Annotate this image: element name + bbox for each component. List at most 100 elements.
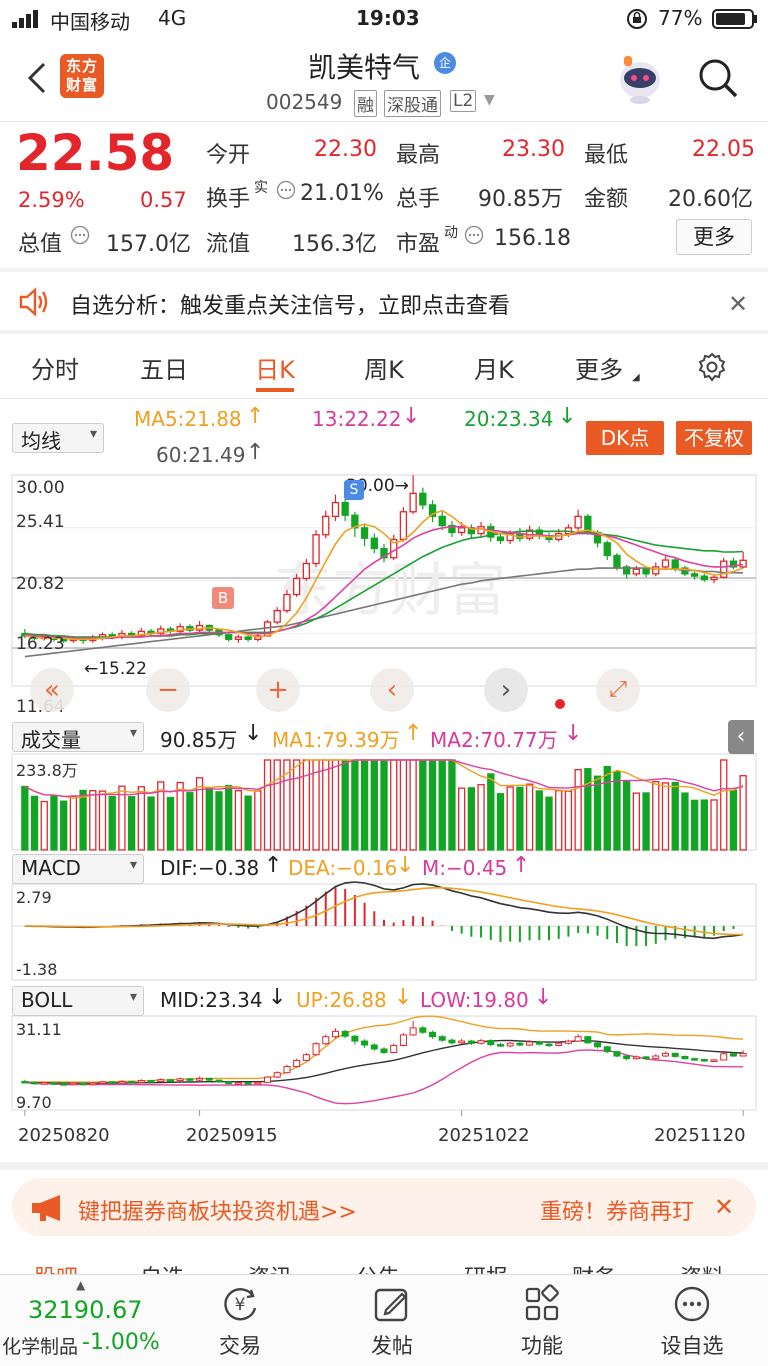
turnover-sup: 实 — [254, 180, 268, 196]
volume-bar — [448, 759, 456, 851]
no-adjust-button[interactable]: 不复权 — [676, 421, 752, 455]
compose-icon — [372, 1284, 412, 1324]
candle-body — [700, 575, 708, 581]
nav-trade[interactable]: ¥ 交易 — [180, 1284, 300, 1360]
scroll-right-icon[interactable]: › — [484, 668, 528, 712]
boll-candle-body — [244, 1082, 252, 1085]
candle-body — [399, 511, 408, 541]
tag-margin: 融 — [354, 90, 377, 117]
info-dots-icon[interactable] — [464, 225, 484, 245]
nav-functions[interactable]: 功能 — [482, 1284, 602, 1360]
app-logo[interactable]: 东方财富 — [60, 54, 104, 98]
kline-chart-area[interactable]: 东方财富 — [0, 470, 768, 1170]
boll-selector[interactable]: BOLL — [12, 986, 144, 1016]
zoom-out-icon[interactable]: − — [146, 668, 190, 712]
info-dots-icon[interactable] — [276, 180, 296, 200]
macd-selector[interactable]: MACD — [12, 854, 144, 884]
float-cap-label: 流值 — [206, 232, 251, 257]
pe-sup: 动 — [444, 225, 458, 241]
close-icon[interactable]: ✕ — [728, 290, 748, 318]
buy-marker[interactable]: B — [212, 587, 234, 609]
down-arrow-icon: ↓ — [394, 985, 413, 1010]
candle-body — [312, 534, 320, 565]
volume-y-label: 233.8万 — [16, 761, 78, 780]
boll-candle-body — [448, 1039, 456, 1044]
boll-candle-body — [642, 1056, 650, 1060]
volume-bar — [79, 789, 87, 851]
candle-body — [283, 593, 291, 612]
network-type: 4G — [158, 6, 187, 30]
boll-candle-body — [31, 1081, 39, 1085]
boll-candle-body — [729, 1053, 737, 1057]
ma-selector[interactable]: 均线 — [12, 423, 104, 453]
index-value[interactable]: 32190.67 — [28, 1296, 143, 1324]
collapse-panel-icon[interactable]: ‹ — [728, 720, 754, 754]
tab-monthly-k[interactable]: 月K — [474, 350, 514, 385]
boll-candle-body — [584, 1036, 592, 1044]
dk-point-button[interactable]: DK点 — [586, 421, 664, 455]
macd-y-bottom: -1.38 — [16, 960, 58, 979]
nav-post[interactable]: 发帖 — [332, 1284, 452, 1360]
boll-candle-body — [506, 1042, 514, 1047]
robot-assistant-icon[interactable] — [614, 50, 666, 106]
boll-candle-body — [331, 1030, 339, 1038]
search-icon[interactable] — [696, 56, 740, 100]
tab-research[interactable]: 研报 — [464, 1260, 508, 1274]
boll-candle-body — [302, 1054, 310, 1061]
volume-bar — [584, 768, 592, 851]
tab-more[interactable]: 更多 — [575, 350, 623, 385]
tab-notice[interactable]: 公告 — [356, 1260, 400, 1274]
ma13-value: 13:22.22 — [312, 407, 402, 431]
carrier: 中国移动 — [50, 10, 130, 34]
chevron-down-icon[interactable]: ▼ — [484, 92, 495, 108]
volume-bar — [254, 790, 262, 851]
more-button[interactable]: 更多 — [676, 219, 752, 255]
tab-profile[interactable]: 资料 — [680, 1260, 724, 1274]
volume-ma1: MA1:79.39万 — [272, 728, 400, 752]
settings-gear-icon[interactable] — [696, 351, 728, 383]
tab-intraday[interactable]: 分时 — [31, 350, 79, 385]
boll-candle-body — [225, 1081, 233, 1085]
boll-candle-body — [215, 1079, 223, 1083]
sell-marker[interactable]: S — [344, 480, 364, 500]
back-icon[interactable] — [22, 58, 52, 98]
volume-bar — [351, 759, 359, 851]
close-icon[interactable]: ✕ — [714, 1193, 734, 1221]
yen-exchange-icon: ¥ — [220, 1284, 260, 1324]
boll-candle-body — [535, 1041, 543, 1045]
tab-weekly-k[interactable]: 周K — [364, 350, 404, 385]
market-cap-label: 总值 — [18, 232, 63, 257]
scroll-left-icon[interactable]: ‹ — [370, 668, 414, 712]
nav-add-watchlist[interactable]: 设自选 — [632, 1284, 752, 1360]
boll-candle-body — [264, 1076, 272, 1083]
volume-bar — [331, 759, 340, 851]
boll-candle-body — [594, 1042, 602, 1048]
candle-body — [632, 568, 641, 575]
volume-selector[interactable]: 成交量 — [12, 722, 144, 752]
boll-candle-body — [128, 1080, 136, 1084]
high-label: 最高 — [396, 143, 441, 168]
volume-bar — [632, 792, 641, 851]
tab-finance[interactable]: 财务 — [572, 1260, 616, 1274]
tab-self[interactable]: 自选 — [140, 1260, 184, 1274]
amount-value: 20.60亿 — [668, 187, 753, 212]
x-date-2: 20250915 — [186, 1125, 278, 1146]
volume-bar — [720, 759, 728, 851]
volume-bar — [477, 784, 485, 851]
tab-daily-k[interactable]: 日K — [255, 350, 295, 385]
low-value: 22.05 — [692, 137, 755, 162]
zoom-in-icon[interactable]: + — [256, 668, 300, 712]
volume-bar — [399, 759, 408, 851]
banner-text: 自选分析：触发重点关注信号，立即点击查看 — [70, 294, 511, 319]
candle-body — [642, 568, 650, 575]
tab-news[interactable]: 资讯 — [248, 1260, 292, 1274]
rewind-icon[interactable]: « — [30, 668, 74, 712]
volume-bar — [370, 759, 378, 851]
fullscreen-icon[interactable]: ⤢ — [596, 668, 640, 712]
info-dots-icon[interactable] — [70, 225, 90, 245]
tab-five-day[interactable]: 五日 — [140, 350, 188, 385]
candle-body — [496, 536, 505, 542]
boll-candle-body — [351, 1035, 359, 1042]
volume-bar — [642, 792, 650, 851]
tab-guba[interactable]: 股吧 — [34, 1260, 78, 1274]
